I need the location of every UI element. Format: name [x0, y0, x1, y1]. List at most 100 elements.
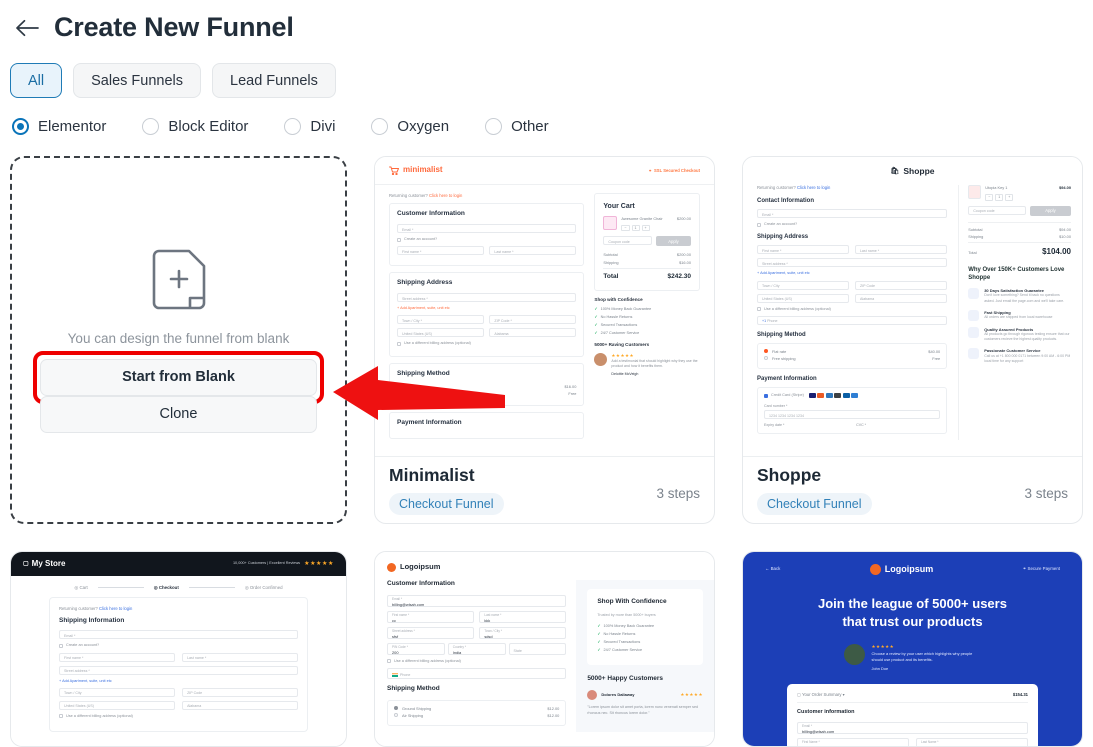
state-select[interactable]: Alabama: [489, 328, 577, 338]
free-shipping-option[interactable]: Free shipping Free: [397, 391, 576, 396]
secure-payment-badge: ⚭ Secure Payment: [1022, 566, 1060, 572]
qty-increase[interactable]: +: [1005, 193, 1014, 201]
email-field[interactable]: Email * billing@wlsah.com: [387, 594, 567, 607]
rating-stars: ★★★★★: [304, 560, 334, 567]
last-name-field[interactable]: Last Name *kkk: [915, 737, 1028, 746]
billing-checkbox[interactable]: Use a different billing address (optiona…: [59, 714, 298, 719]
page-plus-icon: [150, 248, 208, 321]
zip-field[interactable]: ZIP Code *: [489, 315, 577, 325]
billing-checkbox[interactable]: Use a different billing address (optiona…: [397, 341, 576, 346]
back-arrow-icon[interactable]: [14, 15, 40, 41]
filter-pill-sales-funnels[interactable]: Sales Funnels: [73, 63, 202, 98]
first-name-field[interactable]: First Name *cc: [797, 737, 910, 746]
free-shipping-option[interactable]: Free shipping Free: [764, 356, 940, 361]
login-link[interactable]: Click here to login: [99, 606, 132, 611]
city-field[interactable]: Town / City: [59, 687, 175, 697]
state-select[interactable]: Alabama: [182, 700, 298, 710]
email-field[interactable]: Email *: [757, 209, 948, 219]
coupon-field[interactable]: Coupon code: [603, 236, 652, 246]
back-link[interactable]: ← Back: [765, 566, 780, 572]
template-card-my-store[interactable]: ▢ My Store 10,000+ Customers | Excellent…: [10, 551, 347, 747]
create-account-checkbox[interactable]: Create an account?: [757, 222, 947, 227]
template-card-blue-logoipsum[interactable]: ← Back Logoipsum ⚭ Secure Payment Join t…: [742, 551, 1083, 747]
radio-oxygen[interactable]: Oxygen: [371, 118, 449, 135]
email-field[interactable]: Email *: [397, 224, 577, 234]
phone-field[interactable]: +1 Phone: [757, 315, 948, 325]
country-select[interactable]: United States (US): [59, 700, 175, 710]
qty-increase[interactable]: +: [641, 224, 650, 232]
shipping-method-title: Shipping Method: [397, 370, 450, 378]
minimalist-brand: minimalist: [389, 165, 443, 176]
email-field[interactable]: Email * billing@wlsah.com: [797, 721, 1028, 734]
city-field[interactable]: Town / City: [757, 280, 850, 290]
qty-decrease[interactable]: −: [621, 224, 630, 232]
start-from-blank-button[interactable]: Start from Blank: [40, 358, 317, 396]
add-apartment-link[interactable]: + Add Apartment, suite, unit etc: [397, 306, 576, 311]
flat-rate-option[interactable]: Flat rate $16.00: [397, 384, 576, 389]
radio-block-editor[interactable]: Block Editor: [142, 118, 248, 135]
street-field[interactable]: Street address * sfsf: [387, 626, 474, 639]
street-field[interactable]: Street address *: [59, 665, 298, 675]
credit-card-option[interactable]: Credit Card (Stripe): [764, 393, 940, 399]
zip-field[interactable]: PIN Code * 200: [387, 642, 445, 655]
order-summary-row[interactable]: ▢ Your Order Summary ▾ $154.31: [797, 692, 1028, 704]
city-field[interactable]: Town / City *: [397, 315, 484, 325]
ground-shipping-option[interactable]: Ground Shipping $12.00: [394, 705, 559, 711]
create-account-checkbox[interactable]: Create an account?: [59, 643, 298, 648]
first-name-field[interactable]: First name * cc: [387, 610, 474, 623]
qty-decrease[interactable]: −: [985, 193, 994, 201]
bag-icon: 🛍: [890, 168, 900, 176]
email-field[interactable]: Email *: [59, 630, 298, 640]
flat-rate-option[interactable]: Flat rate $40.00: [764, 348, 940, 354]
phone-field[interactable]: Phone: [387, 668, 567, 680]
filter-pill-lead-funnels[interactable]: Lead Funnels: [212, 63, 336, 98]
last-label: Last name *: [484, 613, 502, 618]
last-name-field[interactable]: Last name *: [489, 246, 577, 256]
zip-field[interactable]: ZIP Code: [182, 687, 298, 697]
card-brand-icons: [808, 393, 859, 399]
state-label: State: [513, 648, 522, 653]
radio-elementor[interactable]: Elementor: [12, 118, 106, 135]
coupon-field[interactable]: Coupon code: [968, 205, 1026, 215]
phone-country-code: +1: [762, 319, 767, 324]
apply-coupon-button[interactable]: Apply: [655, 236, 691, 247]
template-card-shoppe[interactable]: 🛍 Shoppe Returning customer? Click here …: [742, 156, 1083, 524]
filter-pill-all[interactable]: All: [10, 63, 63, 98]
customer-info-title: Customer Information: [397, 210, 465, 218]
add-apartment-link[interactable]: + Add Apartment, suite, unit etc: [59, 679, 298, 684]
clone-button[interactable]: Clone: [40, 395, 317, 433]
billing-checkbox[interactable]: Use a different billing address (optiona…: [387, 659, 566, 664]
review-author: John Doe: [871, 665, 889, 671]
zip-field[interactable]: ZIP Code: [854, 280, 948, 290]
street-field[interactable]: Street address *: [397, 293, 577, 303]
login-link[interactable]: Click here to login: [429, 193, 462, 198]
air-shipping-option[interactable]: Air Shipping $12.00: [394, 713, 559, 718]
first-label: First name *: [392, 613, 410, 618]
template-card-minimalist[interactable]: minimalist ⚭ SSL Secured Checkout Return…: [374, 156, 715, 524]
billing-checkbox[interactable]: Use a different billing address (optiona…: [757, 307, 947, 312]
template-card-logoipsum[interactable]: Logoipsum Customer Information Email * b…: [374, 551, 715, 747]
country-select[interactable]: United States (US): [397, 328, 484, 338]
first-name-field[interactable]: First name *: [59, 652, 175, 662]
street-field[interactable]: Street address *: [757, 258, 948, 268]
last-name-field[interactable]: Last name *: [854, 245, 948, 255]
state-select[interactable]: State: [508, 642, 567, 655]
radio-other[interactable]: Other: [485, 118, 549, 135]
apply-coupon-button[interactable]: Apply: [1029, 205, 1071, 216]
last-name-field[interactable]: Last name * kkk: [479, 610, 567, 623]
add-apartment-link[interactable]: + Add Apartment, suite, unit etc: [757, 271, 947, 276]
country-select[interactable]: United States (US): [757, 293, 850, 303]
state-select[interactable]: Alabama: [854, 293, 948, 303]
city-field[interactable]: Town / City * sdsd: [479, 626, 567, 639]
last-name-field[interactable]: Last name *: [182, 652, 298, 662]
country-select[interactable]: Country * India: [447, 642, 506, 655]
create-account-checkbox[interactable]: Create an account?: [397, 237, 576, 242]
first-name-field[interactable]: First name *: [397, 246, 484, 256]
blank-funnel-card: You can design the funnel from blank Sta…: [10, 156, 347, 524]
shield-icon: ⚭: [648, 167, 652, 173]
radio-divi[interactable]: Divi: [284, 118, 335, 135]
login-link[interactable]: Click here to login: [797, 185, 830, 190]
first-name-field[interactable]: First name *: [757, 245, 850, 255]
card-number-field[interactable]: 1234 1234 1234 1234: [764, 410, 941, 420]
checkbox-icon: [59, 714, 63, 719]
